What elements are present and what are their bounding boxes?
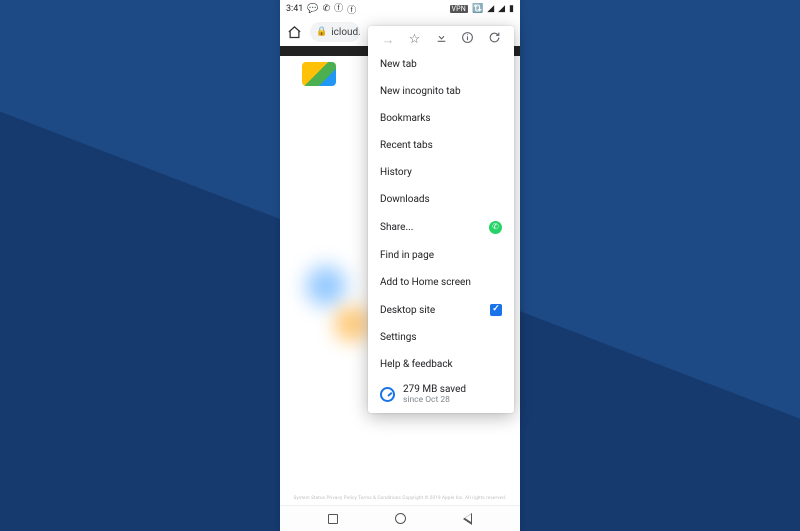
battery-icon: ▮ bbox=[509, 5, 514, 14]
data-saved-since: since Oct 28 bbox=[403, 395, 466, 405]
chrome-overflow-menu: → ☆ New tab New incognito tab Bookmarks … bbox=[368, 26, 514, 413]
menu-item-settings[interactable]: Settings bbox=[368, 324, 514, 351]
signal-icon: ◢ bbox=[487, 5, 494, 14]
menu-data-saved[interactable]: 279 MB saved since Oct 28 bbox=[368, 378, 514, 409]
info-icon[interactable] bbox=[458, 31, 478, 48]
menu-item-recent-tabs[interactable]: Recent tabs bbox=[368, 132, 514, 159]
menu-item-new-incognito-tab[interactable]: New incognito tab bbox=[368, 78, 514, 105]
menu-item-share[interactable]: Share... ✆ bbox=[368, 213, 514, 242]
download-icon[interactable] bbox=[431, 31, 451, 48]
menu-item-desktop-site[interactable]: Desktop site ✓ bbox=[368, 296, 514, 324]
menu-item-find-in-page[interactable]: Find in page bbox=[368, 242, 514, 269]
url-text: icloud.c bbox=[331, 27, 360, 38]
reload-icon[interactable] bbox=[484, 31, 504, 48]
url-chip[interactable]: 🔒 icloud.c bbox=[310, 22, 360, 42]
blurred-icon-1 bbox=[306, 266, 346, 306]
back-button[interactable] bbox=[453, 513, 483, 525]
facebook-status-icon: ⓕ bbox=[334, 5, 343, 14]
signal-icon-2: ◢ bbox=[498, 4, 505, 14]
data-saved-amount: 279 MB saved bbox=[403, 384, 466, 395]
android-nav-bar bbox=[280, 505, 520, 531]
status-time: 3:41 bbox=[286, 4, 303, 14]
home-button[interactable] bbox=[385, 513, 415, 524]
messenger-icon: 💬 bbox=[307, 5, 318, 14]
data-saver-icon bbox=[380, 387, 395, 402]
facebook-status-icon-2: ⓕ bbox=[347, 3, 356, 16]
forward-icon[interactable]: → bbox=[378, 32, 398, 48]
menu-item-help-feedback[interactable]: Help & feedback bbox=[368, 351, 514, 378]
lock-icon: 🔒 bbox=[316, 27, 327, 37]
desktop-site-checkbox[interactable]: ✓ bbox=[490, 304, 502, 316]
menu-item-bookmarks[interactable]: Bookmarks bbox=[368, 105, 514, 132]
pages-app-icon bbox=[302, 62, 336, 86]
recents-button[interactable] bbox=[318, 514, 348, 524]
menu-icon-row: → ☆ bbox=[368, 26, 514, 51]
status-bar: 3:41 💬 ✆ ⓕ ⓕ VPN 🔃 ◢ ◢ ▮ bbox=[280, 0, 520, 18]
bookmark-star-icon[interactable]: ☆ bbox=[405, 32, 425, 47]
whatsapp-status-icon: ✆ bbox=[323, 5, 331, 14]
phone-frame: 3:41 💬 ✆ ⓕ ⓕ VPN 🔃 ◢ ◢ ▮ 🔒 icloud.c Syst… bbox=[280, 0, 520, 531]
home-icon[interactable] bbox=[284, 22, 304, 42]
whatsapp-icon: ✆ bbox=[489, 221, 502, 234]
blurred-icon-2 bbox=[334, 306, 370, 342]
page-footer-text: System Status Privacy Policy Terms & Con… bbox=[280, 494, 520, 505]
vpn-badge: VPN bbox=[450, 5, 468, 13]
menu-item-history[interactable]: History bbox=[368, 159, 514, 186]
menu-item-add-to-home-screen[interactable]: Add to Home screen bbox=[368, 269, 514, 296]
menu-item-downloads[interactable]: Downloads bbox=[368, 186, 514, 213]
menu-item-new-tab[interactable]: New tab bbox=[368, 51, 514, 78]
dnd-icon: 🔃 bbox=[472, 5, 483, 14]
